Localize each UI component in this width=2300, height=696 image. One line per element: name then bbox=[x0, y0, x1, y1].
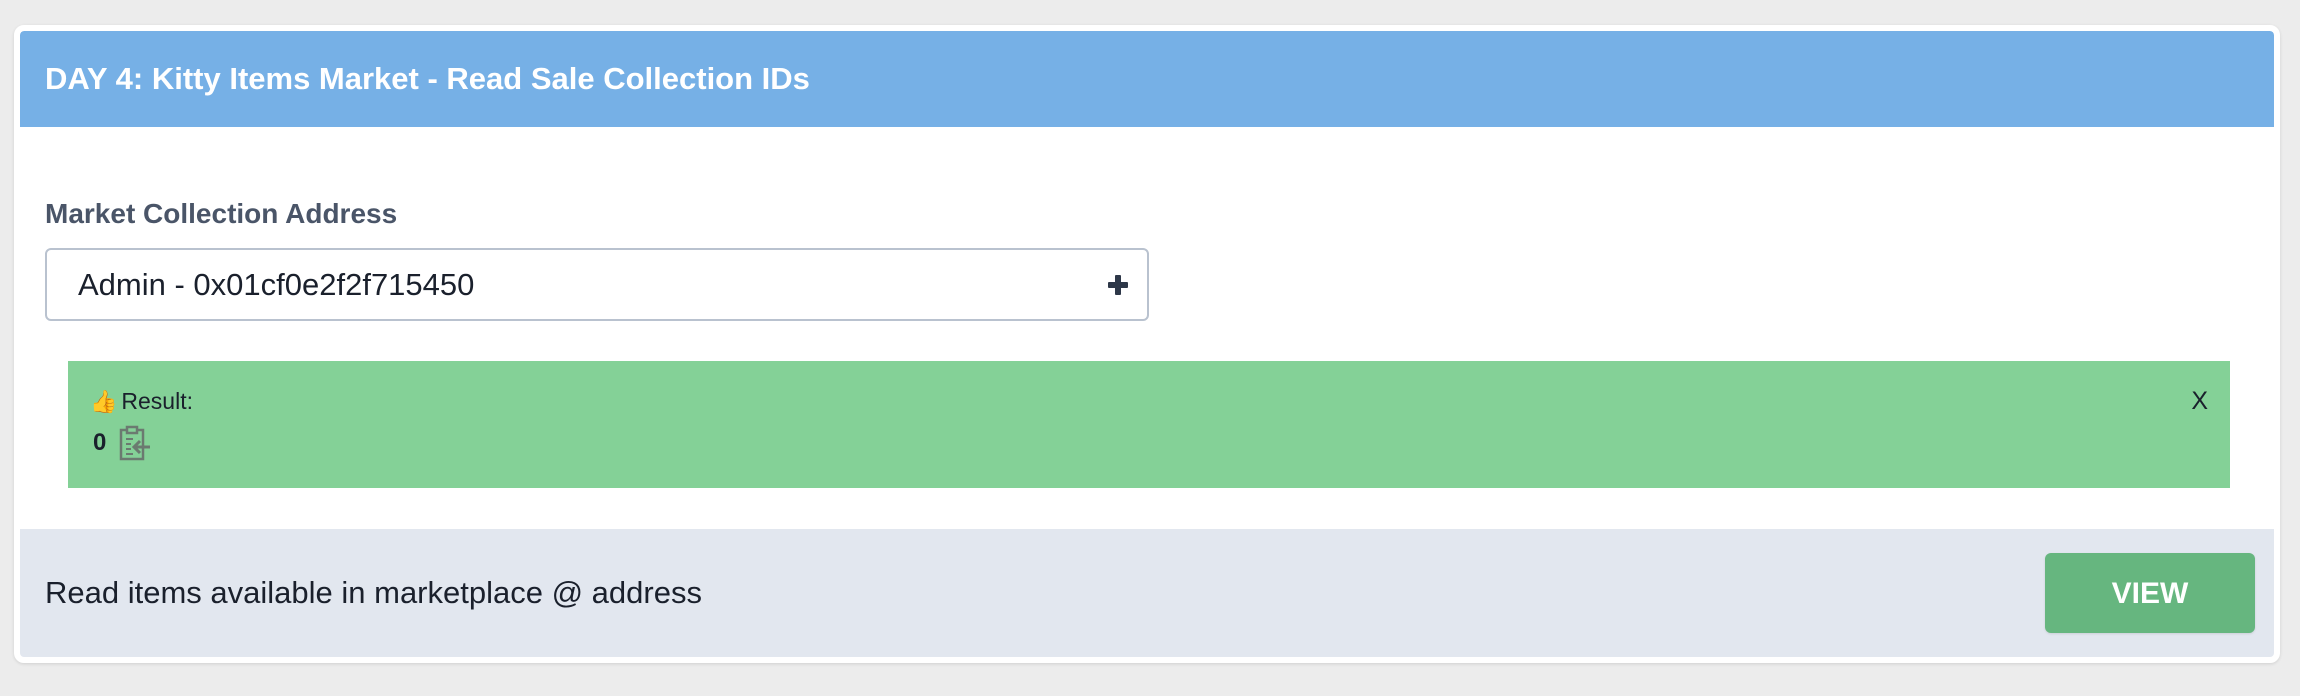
close-result-button[interactable]: X bbox=[2191, 386, 2208, 416]
result-header: 👍 Result: bbox=[90, 386, 193, 417]
footer-description: Read items available in marketplace @ ad… bbox=[45, 575, 702, 610]
clipboard-icon[interactable] bbox=[118, 425, 152, 461]
market-collection-address-label: Market Collection Address bbox=[45, 198, 398, 229]
address-select-value: Admin - 0x01cf0e2f2f715450 bbox=[78, 267, 475, 302]
script-card: DAY 4: Kitty Items Market - Read Sale Co… bbox=[14, 25, 2280, 663]
card-title: DAY 4: Kitty Items Market - Read Sale Co… bbox=[20, 31, 2274, 127]
address-select[interactable]: Admin - 0x01cf0e2f2f715450 bbox=[45, 248, 1149, 321]
plus-icon[interactable] bbox=[1108, 275, 1128, 295]
card-footer: Read items available in marketplace @ ad… bbox=[20, 529, 2274, 657]
thumbs-up-icon: 👍 bbox=[90, 389, 118, 414]
result-label: Result: bbox=[121, 388, 193, 414]
result-value: 0 bbox=[93, 429, 107, 456]
view-button[interactable]: VIEW bbox=[2045, 553, 2255, 633]
result-panel: 👍 Result: 0 X bbox=[68, 361, 2230, 488]
